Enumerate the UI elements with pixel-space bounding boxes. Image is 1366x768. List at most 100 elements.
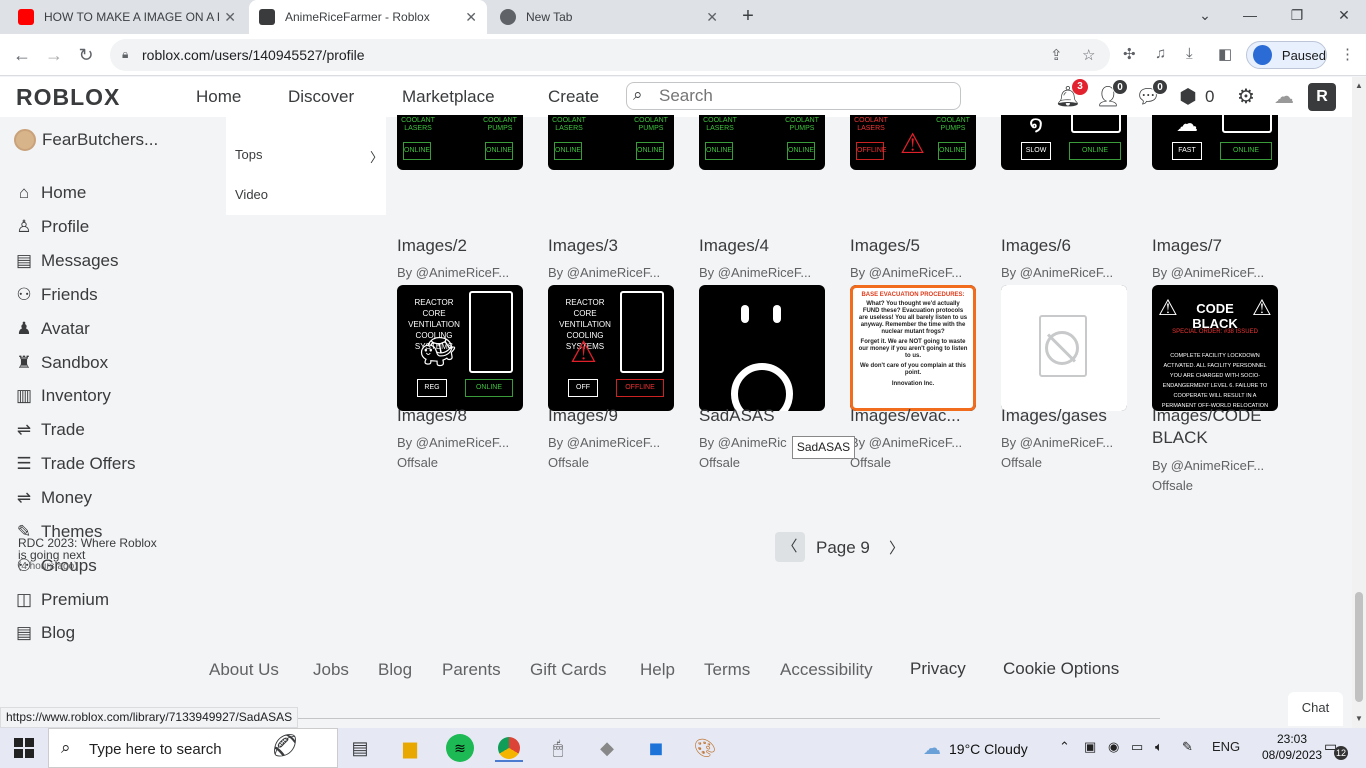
- download-icon[interactable]: ⤓: [1186, 45, 1193, 62]
- side-panel-icon[interactable]: ◧: [1218, 45, 1232, 63]
- location-icon[interactable]: ◉: [1108, 739, 1119, 755]
- close-window-icon[interactable]: ✕: [1330, 4, 1358, 28]
- new-tab-button[interactable]: +: [736, 5, 760, 29]
- close-tab-icon[interactable]: ✕: [465, 9, 477, 26]
- item-creator[interactable]: By @AnimeRiceF...: [699, 265, 811, 280]
- footer-link-blog[interactable]: Blog: [378, 660, 412, 680]
- item-name[interactable]: Images/3: [548, 235, 678, 257]
- address-bar[interactable]: 🔒︎ roblox.com/users/140945527/profile ⇪ …: [110, 39, 1110, 71]
- mouse-app-icon[interactable]: 🖱︎: [544, 734, 572, 762]
- system-clock[interactable]: 23:03 08/09/2023: [1262, 731, 1322, 763]
- item-name[interactable]: Images/7: [1152, 235, 1282, 257]
- pen-icon[interactable]: ✎: [1182, 739, 1193, 755]
- item-name[interactable]: SadASAS: [699, 405, 839, 427]
- task-view-icon[interactable]: ▤: [346, 734, 374, 762]
- browser-tab-newtab[interactable]: New Tab ✕: [490, 0, 728, 34]
- close-tab-icon[interactable]: ✕: [706, 9, 718, 26]
- nav-home[interactable]: Home: [196, 87, 241, 107]
- notifications-icon[interactable]: 🔔︎ 3: [1054, 79, 1088, 111]
- language-indicator[interactable]: ENG: [1212, 739, 1240, 754]
- media-control-icon[interactable]: ♫: [1155, 45, 1166, 62]
- sidebar-item-profile[interactable]: ♙ Profile: [12, 217, 89, 237]
- sidebar-item-inventory[interactable]: ▥ Inventory: [12, 386, 111, 406]
- item-name[interactable]: Images/evac...: [850, 405, 990, 427]
- item-thumbnail[interactable]: [699, 285, 825, 411]
- scrollbar-thumb[interactable]: [1355, 592, 1363, 702]
- bookmark-star-icon[interactable]: ☆: [1082, 46, 1095, 64]
- item-thumbnail[interactable]: REACTOR CORE VENTILATION COOLING SYSTEMS…: [397, 285, 523, 411]
- item-creator[interactable]: By @AnimeRiceF...: [1001, 265, 1113, 280]
- sidebar-item-blog[interactable]: ▤ Blog: [12, 623, 75, 643]
- sidebar-user[interactable]: FearButchers...: [14, 129, 158, 151]
- item-thumbnail[interactable]: [1001, 285, 1127, 411]
- item-name[interactable]: Images/9: [548, 405, 688, 427]
- minimize-icon[interactable]: —: [1236, 4, 1264, 28]
- profile-button[interactable]: Paused: [1246, 41, 1327, 69]
- item-creator[interactable]: By @AnimeRiceF...: [1152, 265, 1264, 280]
- roblox-logo[interactable]: ROBLOX: [16, 84, 120, 111]
- footer-link-jobs[interactable]: Jobs: [313, 660, 349, 680]
- file-explorer-icon[interactable]: ▆: [396, 734, 424, 762]
- sidebar-news[interactable]: RDC 2023: Where Roblox is going next (4 …: [18, 537, 168, 573]
- item-thumbnail[interactable]: REACTOR CORE VENTILATION COOLING SYSTEMS…: [548, 285, 674, 411]
- item-name[interactable]: Images/4: [699, 235, 829, 257]
- scroll-down-arrow-icon[interactable]: ▼: [1355, 714, 1363, 723]
- browser-tab-roblox[interactable]: AnimeRiceFarmer - Roblox ✕: [249, 0, 487, 34]
- browser-menu-icon[interactable]: ⋮: [1340, 45, 1355, 63]
- scroll-up-arrow-icon[interactable]: ▲: [1355, 81, 1363, 90]
- action-center-icon[interactable]: ▭ 12: [1324, 738, 1348, 760]
- sidebar-item-premium[interactable]: ◫ Premium: [12, 590, 109, 610]
- sidebar-item-trade[interactable]: ⇌ Trade: [12, 420, 85, 440]
- page-scrollbar[interactable]: ▲ ▼: [1352, 77, 1366, 728]
- item-creator[interactable]: By @AnimeRiceF...: [850, 265, 962, 280]
- forward-icon[interactable]: →: [42, 43, 66, 67]
- taskbar-search[interactable]: ⌕ Type here to search 🏈︎: [48, 728, 338, 768]
- sidebar-item-avatar[interactable]: ♟ Avatar: [12, 319, 89, 339]
- previous-page-button[interactable]: 〈: [775, 532, 805, 562]
- roblox-studio-icon[interactable]: ◆: [593, 734, 621, 762]
- extensions-icon[interactable]: ✣: [1123, 45, 1136, 63]
- item-creator[interactable]: By @AnimeRiceF...: [397, 265, 509, 280]
- item-name[interactable]: Images/6: [1001, 235, 1131, 257]
- browser-tab-youtube[interactable]: HOW TO MAKE A IMAGE ON A P ✕: [8, 0, 246, 34]
- nav-marketplace[interactable]: Marketplace: [402, 87, 495, 107]
- category-tops[interactable]: Tops: [235, 147, 262, 162]
- settings-gear-icon[interactable]: ⚙: [1232, 83, 1260, 111]
- sidebar-item-money[interactable]: ⇌ Money: [12, 488, 92, 508]
- windows-start-icon[interactable]: [14, 738, 34, 758]
- footer-link-cookie-options[interactable]: Cookie Options: [1003, 659, 1119, 679]
- next-page-button[interactable]: 〉: [889, 537, 904, 558]
- category-video[interactable]: Video: [235, 187, 268, 202]
- battery-icon[interactable]: ▭: [1131, 739, 1143, 755]
- sidebar-item-messages[interactable]: ▤ Messages: [12, 251, 119, 271]
- search-box[interactable]: ⌕: [626, 82, 961, 110]
- item-name[interactable]: Images/CODE BLACK: [1152, 405, 1292, 449]
- volume-icon[interactable]: 🔈︎: [1155, 739, 1163, 755]
- back-icon[interactable]: ←: [10, 43, 34, 67]
- sidebar-item-friends[interactable]: ⚇ Friends: [12, 285, 97, 305]
- item-name[interactable]: Images/gases: [1001, 405, 1141, 427]
- footer-link-parents[interactable]: Parents: [442, 660, 501, 680]
- meet-now-icon[interactable]: ▣: [1084, 739, 1096, 755]
- footer-link-gift-cards[interactable]: Gift Cards: [530, 660, 607, 680]
- footer-link-about-us[interactable]: About Us: [209, 660, 279, 680]
- restore-icon[interactable]: ❐: [1283, 4, 1311, 28]
- reload-icon[interactable]: ↻: [74, 43, 98, 67]
- tab-search-icon[interactable]: ⌄: [1191, 4, 1219, 28]
- robux-icon[interactable]: ⬢: [1174, 83, 1202, 111]
- item-creator[interactable]: By @AnimeRiceF...: [1152, 458, 1264, 473]
- roblox-extension-icon[interactable]: R: [1308, 83, 1336, 111]
- item-name[interactable]: Images/8: [397, 405, 537, 427]
- nav-discover[interactable]: Discover: [288, 87, 354, 107]
- close-tab-icon[interactable]: ✕: [224, 9, 236, 26]
- paint-icon[interactable]: 🎨︎: [691, 734, 719, 762]
- item-creator[interactable]: By @AnimeRic: [699, 435, 787, 450]
- sidebar-item-sandbox[interactable]: ♜ Sandbox: [12, 353, 108, 373]
- footer-link-help[interactable]: Help: [640, 660, 675, 680]
- share-icon[interactable]: ⇪: [1050, 46, 1063, 64]
- chat-button[interactable]: Chat: [1288, 692, 1343, 726]
- sidebar-item-home[interactable]: ⌂ Home: [12, 183, 87, 203]
- friends-icon[interactable]: 👤︎ 0: [1094, 79, 1128, 111]
- chrome-taskbar-icon[interactable]: [495, 734, 523, 762]
- item-thumbnail[interactable]: BASE EVACUATION PROCEDURES: What? You th…: [850, 285, 976, 411]
